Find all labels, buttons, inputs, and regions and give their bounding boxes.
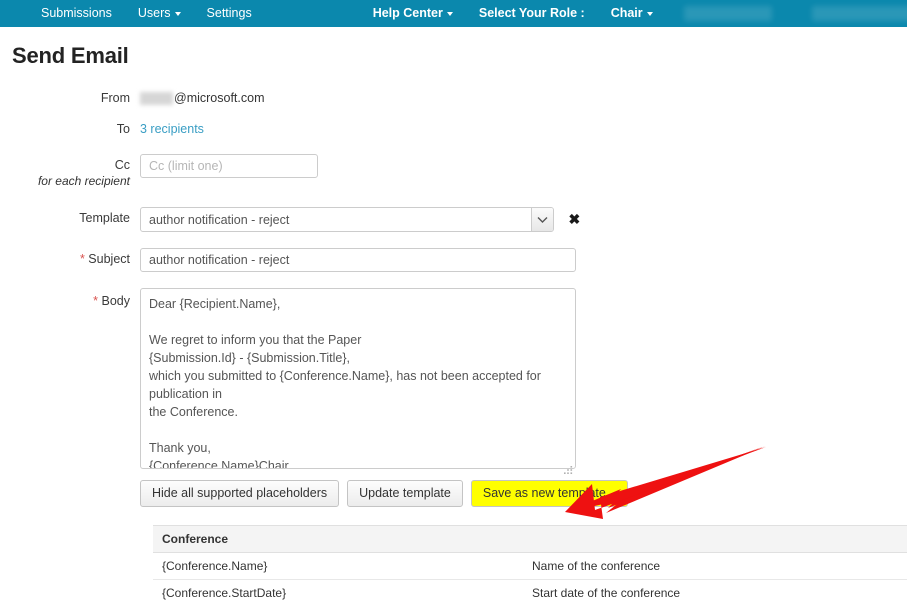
nav-item-settings-label: Settings (207, 0, 252, 27)
cc-label: Cc for each recipient (0, 154, 140, 189)
redacted-nav-item-1 (684, 6, 772, 21)
placeholder-table-body: {Conference.Name}Name of the conference{… (153, 553, 907, 605)
page-container: Send Email From @microsoft.com To 3 reci… (0, 43, 907, 605)
nav-item-help-center[interactable]: Help Center (360, 0, 466, 27)
nav-item-users-label: Users (138, 0, 171, 27)
placeholder-token-cell: {Conference.StartDate} (153, 580, 523, 605)
placeholder-description-cell: Name of the conference (523, 553, 907, 580)
form-row-to: To 3 recipients (0, 118, 907, 138)
from-label: From (0, 87, 140, 106)
subject-field (140, 248, 907, 272)
nav-item-settings[interactable]: Settings (194, 0, 265, 27)
caret-down-icon (175, 12, 181, 16)
placeholder-reference-table: Conference {Conference.Name}Name of the … (153, 525, 907, 605)
subject-input[interactable] (140, 248, 576, 272)
table-row: {Conference.Name}Name of the conference (153, 553, 907, 580)
top-navigation-bar: Submissions Users Settings Help Center S… (0, 0, 907, 27)
nav-item-submissions-label: Submissions (41, 0, 112, 27)
cc-sublabel: for each recipient (0, 174, 130, 189)
template-field: author notification - reject ✖ (140, 207, 907, 232)
from-value: @microsoft.com (174, 91, 264, 105)
redacted-email-user (140, 92, 173, 105)
template-select-wrap: author notification - reject (140, 207, 554, 232)
to-field: 3 recipients (140, 118, 907, 138)
table-header-row: Conference (153, 526, 907, 553)
nav-item-role-chair[interactable]: Chair (598, 0, 666, 27)
body-textarea[interactable] (140, 288, 576, 469)
caret-down-icon (647, 12, 653, 16)
hide-all-supported-placeholders-button[interactable]: Hide all supported placeholders (140, 480, 339, 507)
body-field: Hide all supported placeholders Update t… (140, 288, 907, 507)
template-actions-toolbar: Hide all supported placeholders Update t… (140, 480, 907, 507)
send-email-form: From @microsoft.com To 3 recipients Cc f… (0, 87, 907, 507)
select-your-role-label: Select Your Role : (479, 0, 585, 27)
form-row-body: * Body (0, 288, 907, 507)
placeholder-description-cell: Start date of the conference (523, 580, 907, 605)
form-row-from: From @microsoft.com (0, 87, 907, 106)
from-value-group: @microsoft.com (140, 87, 907, 105)
nav-item-help-center-label: Help Center (373, 0, 443, 27)
redacted-nav-item-2 (812, 6, 907, 21)
form-row-cc: Cc for each recipient (0, 154, 907, 189)
save-as-new-template-button[interactable]: Save as new template... (471, 480, 628, 507)
page-title: Send Email (12, 43, 907, 69)
cc-field (140, 154, 907, 178)
form-row-template: Template author notification - reject ✖ (0, 207, 907, 232)
nav-left-group: Submissions Users Settings (28, 0, 265, 27)
nav-item-users[interactable]: Users (125, 0, 194, 27)
nav-item-role-chair-label: Chair (611, 0, 643, 27)
subject-required-marker: * (80, 252, 85, 266)
subject-label-text: Subject (88, 252, 130, 266)
select-your-role-label-group: Select Your Role : (466, 0, 598, 27)
body-label: * Body (0, 288, 140, 309)
nav-right-group: Help Center Select Your Role : Chair (360, 0, 907, 27)
cc-input[interactable] (140, 154, 318, 178)
form-row-subject: * Subject (0, 248, 907, 272)
to-label: To (0, 118, 140, 137)
subject-label: * Subject (0, 248, 140, 267)
template-label: Template (0, 207, 140, 226)
clear-template-icon[interactable]: ✖ (568, 207, 580, 232)
recipients-link[interactable]: 3 recipients (140, 118, 204, 136)
body-label-text: Body (102, 294, 131, 308)
nav-item-submissions[interactable]: Submissions (28, 0, 125, 27)
placeholder-description-header (523, 526, 907, 553)
caret-down-icon (447, 12, 453, 16)
from-field: @microsoft.com (140, 87, 907, 105)
placeholder-group-header: Conference (153, 526, 523, 553)
placeholder-token-cell: {Conference.Name} (153, 553, 523, 580)
table-row: {Conference.StartDate}Start date of the … (153, 580, 907, 605)
template-select[interactable]: author notification - reject (140, 207, 554, 232)
update-template-button[interactable]: Update template (347, 480, 463, 507)
cc-label-text: Cc (115, 158, 130, 172)
body-textarea-wrap (140, 288, 576, 474)
body-required-marker: * (93, 294, 98, 308)
placeholder-table-head: Conference (153, 526, 907, 553)
